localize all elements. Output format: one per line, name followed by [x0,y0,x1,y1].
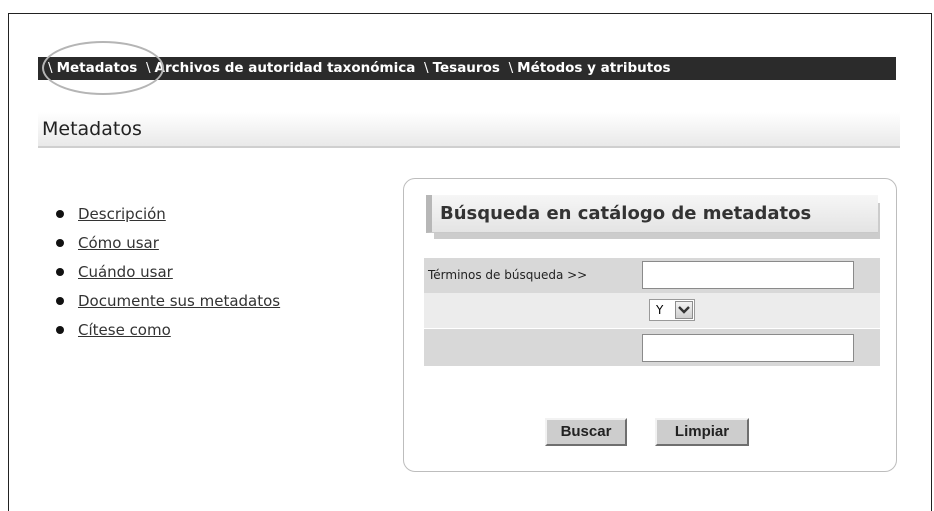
bullet-icon [56,268,64,276]
tab-separator: \ [48,60,53,76]
search-panel: Búsqueda en catálogo de metadatos Términ… [403,178,897,472]
tab-metodos-atributos[interactable]: Métodos y atributos [517,60,670,76]
bullet-icon [56,326,64,334]
link-citese-como[interactable]: Cítese como [78,319,171,341]
tab-separator: \ [424,60,429,76]
search-terms-input[interactable] [642,261,854,289]
second-terms-input[interactable] [642,334,854,362]
operator-selected-value: Y [656,303,664,317]
bullet-icon [56,297,64,305]
bullet-icon [56,239,64,247]
tab-tesauros[interactable]: Tesauros [433,60,500,76]
tab-separator: \ [508,60,514,76]
operator-select[interactable]: Y [649,299,695,321]
search-button[interactable]: Buscar [545,418,627,446]
search-panel-title: Búsqueda en catálogo de metadatos [426,195,878,233]
clear-button[interactable]: Limpiar [655,418,749,446]
operator-row: Y [424,293,880,328]
page-title: Metadatos [38,112,900,148]
tab-separator: \ [145,60,151,76]
tab-metadatos[interactable]: Metadatos [57,60,138,76]
bullet-icon [56,210,64,218]
link-como-usar[interactable]: Cómo usar [78,232,159,254]
tab-archivos-autoridad-taxonomica[interactable]: Archivos de autoridad taxonómica [155,60,416,76]
top-tab-bar: \ Metadatos \ Archivos de autoridad taxonó… [38,57,896,80]
link-descripcion[interactable]: Descripción [78,203,166,225]
search-terms-row: Términos de búsqueda >> [424,258,880,293]
search-terms-label: Términos de búsqueda >> [428,268,588,282]
chevron-down-icon[interactable] [675,301,693,319]
link-documente-metadatos[interactable]: Documente sus metadatos [78,290,280,312]
search-panel-header: Búsqueda en catálogo de metadatos [426,195,880,239]
link-cuando-usar[interactable]: Cuándo usar [78,261,173,283]
second-terms-row [424,329,880,366]
